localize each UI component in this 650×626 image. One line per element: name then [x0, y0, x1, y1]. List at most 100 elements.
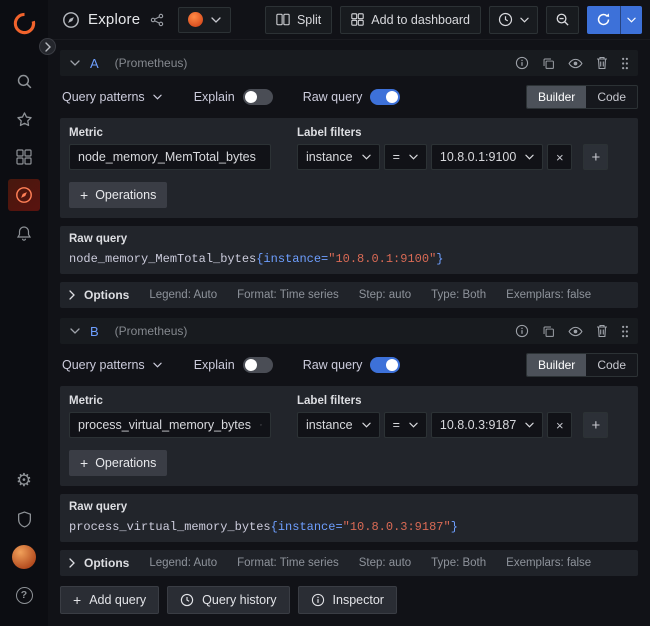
options-exemplars: Exemplars: false [506, 557, 591, 569]
help-icon[interactable]: ? [8, 579, 40, 611]
hide-response-eye-icon[interactable] [567, 57, 584, 70]
sidebar-expand-button[interactable] [39, 38, 56, 55]
add-to-dashboard-button[interactable]: Add to dashboard [340, 6, 481, 34]
query-patterns-dropdown[interactable]: Query patterns [60, 90, 164, 104]
promql-string: "10.8.0.3:9187" [343, 520, 451, 534]
raw-query-toggle[interactable] [370, 357, 400, 373]
explore-icon[interactable] [8, 179, 40, 211]
drag-handle-icon[interactable] [620, 56, 630, 71]
user-avatar[interactable] [8, 541, 40, 573]
query-history-button[interactable]: Query history [167, 586, 289, 614]
datasource-help-icon[interactable] [514, 55, 530, 71]
code-tab[interactable]: Code [586, 86, 637, 108]
refresh-icon [596, 12, 611, 27]
code-tab[interactable]: Code [586, 354, 637, 376]
raw-query-code: node_memory_MemTotal_bytes{instance="10.… [69, 252, 443, 266]
metric-select[interactable]: node_memory_MemTotal_bytes [69, 144, 271, 170]
remove-query-trash-icon[interactable] [595, 323, 609, 339]
raw-query-toggle[interactable] [370, 89, 400, 105]
query-patterns-dropdown[interactable]: Query patterns [60, 358, 164, 372]
options-expand-button[interactable]: Options [69, 288, 129, 302]
chevron-down-icon [362, 422, 371, 428]
hide-response-eye-icon[interactable] [567, 325, 584, 338]
info-circle-icon [311, 593, 325, 607]
options-legend: Legend: Auto [149, 557, 217, 569]
options-format: Format: Time series [237, 289, 339, 301]
label-operator-value: = [393, 418, 400, 432]
chevron-down-icon [409, 154, 418, 160]
metric-field: Metric node_memory_MemTotal_bytes [69, 127, 271, 170]
query-builder-section: Metric process_virtual_memory_bytes Labe… [60, 386, 638, 486]
duplicate-query-icon[interactable] [541, 324, 556, 339]
inspector-button[interactable]: Inspector [298, 586, 397, 614]
search-icon[interactable] [8, 65, 40, 97]
operations-label: Operations [95, 456, 156, 470]
question-glyph: ? [16, 587, 33, 604]
alerting-icon[interactable] [8, 217, 40, 249]
run-query-button[interactable] [587, 6, 620, 34]
duplicate-query-icon[interactable] [541, 56, 556, 71]
builder-code-switch: Builder Code [526, 85, 638, 109]
options-exemplars: Exemplars: false [506, 289, 591, 301]
settings-gear-icon[interactable]: ⚙ [8, 465, 40, 497]
chevron-down-icon [153, 362, 162, 368]
add-to-dashboard-label: Add to dashboard [371, 13, 470, 27]
collapse-query-icon[interactable] [68, 58, 82, 68]
builder-tab[interactable]: Builder [527, 354, 586, 376]
query-letter[interactable]: B [88, 324, 101, 339]
raw-query-code: process_virtual_memory_bytes{instance="1… [69, 520, 458, 534]
drag-handle-icon[interactable] [620, 324, 630, 339]
explain-toggle[interactable] [243, 357, 273, 373]
remove-filter-button[interactable]: × [547, 412, 572, 438]
label-operator-select[interactable]: = [384, 144, 427, 170]
share-icon[interactable] [148, 11, 166, 29]
add-operation-button[interactable]: + Operations [69, 450, 167, 476]
collapse-query-icon[interactable] [68, 326, 82, 336]
admin-shield-icon[interactable] [8, 503, 40, 535]
topbar: Explore Split Add to dashboard [48, 0, 650, 40]
close-icon: × [556, 150, 564, 165]
options-legend: Legend: Auto [149, 289, 217, 301]
add-filter-button[interactable]: + [583, 144, 608, 170]
query-datasource-name: (Prometheus) [115, 56, 188, 70]
add-query-button[interactable]: + Add query [60, 586, 159, 614]
promql-brace: } [451, 520, 458, 534]
label-key-value: instance [306, 150, 353, 164]
raw-query-switch-group: Raw query [303, 357, 401, 373]
refresh-interval-dropdown[interactable] [620, 6, 642, 34]
raw-query-label: Raw query [69, 233, 629, 245]
operations-label: Operations [95, 188, 156, 202]
label-value-select[interactable]: 10.8.0.1:9100 [431, 144, 543, 170]
grafana-logo-icon[interactable] [11, 10, 38, 37]
add-operation-button[interactable]: + Operations [69, 182, 167, 208]
time-picker-button[interactable] [489, 6, 538, 34]
options-expand-button[interactable]: Options [69, 556, 129, 570]
query-letter[interactable]: A [88, 56, 101, 71]
chevron-down-icon [153, 94, 162, 100]
remove-query-trash-icon[interactable] [595, 55, 609, 71]
dashboards-icon[interactable] [8, 141, 40, 173]
label-operator-select[interactable]: = [384, 412, 427, 438]
datasource-picker[interactable] [178, 7, 231, 33]
label-key-select[interactable]: instance [297, 412, 380, 438]
label-filters-field: Label filters instance = [297, 127, 608, 170]
options-type: Type: Both [431, 289, 486, 301]
split-button[interactable]: Split [265, 6, 332, 34]
query-toolbar: Query patterns Explain Raw query Builder… [60, 353, 638, 377]
raw-query-preview: Raw query node_memory_MemTotal_bytes{ins… [60, 226, 638, 274]
label-value-select[interactable]: 10.8.0.3:9187 [431, 412, 543, 438]
metric-select[interactable]: process_virtual_memory_bytes [69, 412, 271, 438]
datasource-help-icon[interactable] [514, 323, 530, 339]
label-key-select[interactable]: instance [297, 144, 380, 170]
starred-icon[interactable] [8, 103, 40, 135]
zoom-out-button[interactable] [546, 6, 579, 34]
remove-filter-button[interactable]: × [547, 144, 572, 170]
raw-query-preview: Raw query process_virtual_memory_bytes{i… [60, 494, 638, 542]
metric-field: Metric process_virtual_memory_bytes [69, 395, 271, 438]
add-filter-button[interactable]: + [583, 412, 608, 438]
promql-label-matcher: {instance= [256, 252, 328, 266]
chevron-down-icon [409, 422, 418, 428]
explain-toggle[interactable] [243, 89, 273, 105]
builder-tab[interactable]: Builder [527, 86, 586, 108]
query-history-label: Query history [202, 593, 276, 607]
